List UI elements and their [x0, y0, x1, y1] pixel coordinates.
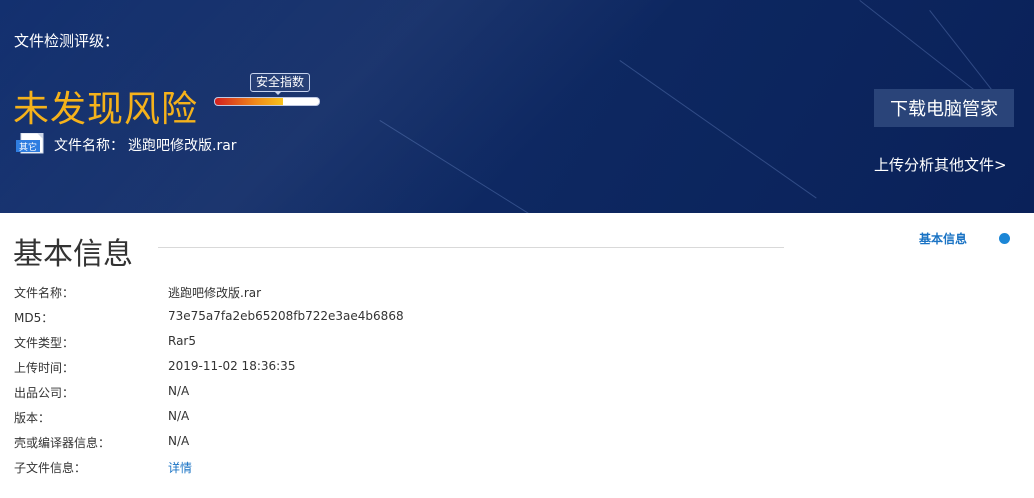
- section-divider: [158, 247, 784, 248]
- info-row: 出品公司： N/A: [14, 382, 714, 407]
- info-value: N/A: [168, 384, 190, 398]
- safety-index-fill: [215, 98, 283, 105]
- basic-info-list: 文件名称： 逃跑吧修改版.rar MD5： 73e75a7fa2eb65208f…: [14, 282, 714, 482]
- info-row: 文件名称： 逃跑吧修改版.rar: [14, 282, 714, 307]
- file-name-label: 文件名称：: [54, 138, 124, 154]
- info-key: 文件类型：: [14, 336, 75, 350]
- side-nav-dot-icon[interactable]: [999, 233, 1010, 244]
- decorative-streak: [619, 60, 817, 199]
- safety-index-bar: [214, 97, 320, 106]
- info-value: 逃跑吧修改版.rar: [168, 286, 262, 300]
- info-row: 子文件信息： 详情: [14, 457, 714, 482]
- result-banner: 文件检测评级： 未发现风险 安全指数 其它 文件名称： 逃跑吧修改版.rar 下…: [0, 0, 1034, 213]
- upload-other-file-link[interactable]: 上传分析其他文件>: [874, 154, 1007, 175]
- info-row: 版本： N/A: [14, 407, 714, 432]
- info-key: MD5：: [14, 311, 54, 325]
- file-name: 逃跑吧修改版.rar: [128, 138, 237, 154]
- info-key: 文件名称：: [14, 286, 75, 300]
- info-value: 73e75a7fa2eb65208fb722e3ae4b6868: [168, 309, 404, 323]
- info-key: 出品公司：: [14, 386, 75, 400]
- info-row: 上传时间： 2019-11-02 18:36:35: [14, 357, 714, 382]
- side-nav-basic-info[interactable]: 基本信息: [919, 230, 967, 247]
- decorative-streak: [379, 120, 550, 213]
- info-key: 壳或编译器信息：: [14, 436, 111, 450]
- archive-file-icon: 其它: [16, 133, 44, 154]
- section-title: 基本信息: [13, 237, 133, 272]
- info-key: 版本：: [14, 411, 51, 425]
- info-value: Rar5: [168, 334, 196, 348]
- safety-index-pointer: [274, 91, 282, 95]
- info-row: 文件类型： Rar5: [14, 332, 714, 357]
- file-icon-text: 其它: [19, 141, 37, 153]
- info-value: N/A: [168, 434, 190, 448]
- info-value: N/A: [168, 409, 190, 423]
- info-key: 上传时间：: [14, 361, 75, 375]
- info-value: 2019-11-02 18:36:35: [168, 359, 296, 373]
- safety-index-tag: 安全指数: [250, 73, 311, 92]
- detect-rating-label: 文件检测评级：: [14, 32, 120, 50]
- info-row: 壳或编译器信息： N/A: [14, 432, 714, 457]
- info-key: 子文件信息：: [14, 461, 87, 475]
- risk-level: 未发现风险: [13, 89, 199, 130]
- info-row: MD5： 73e75a7fa2eb65208fb722e3ae4b6868: [14, 307, 714, 332]
- subfile-details-link[interactable]: 详情: [168, 459, 192, 476]
- download-pc-manager-button[interactable]: 下载电脑管家: [874, 89, 1014, 127]
